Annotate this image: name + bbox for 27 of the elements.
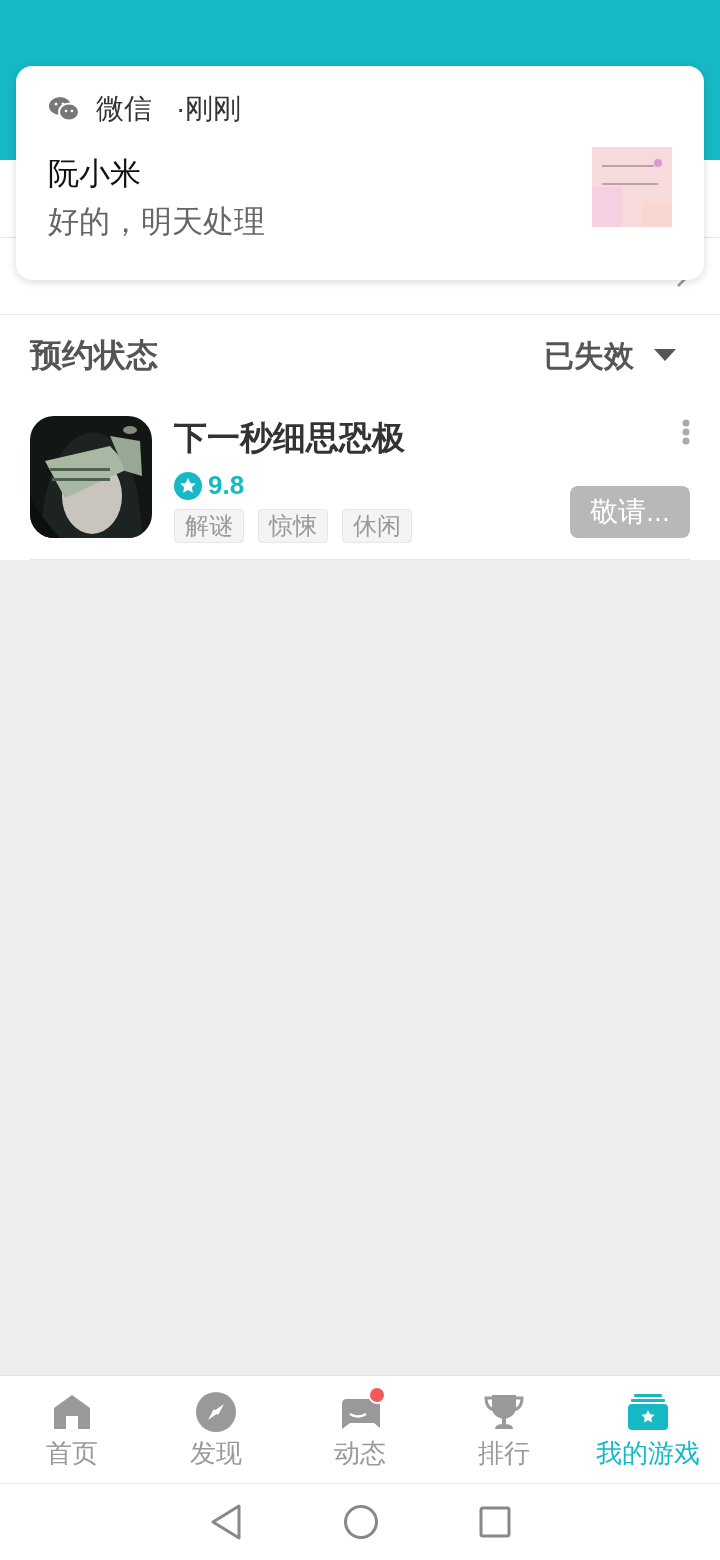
app-name: 微信 — [96, 92, 152, 126]
section-title: 预约状态 — [30, 336, 158, 375]
game-stack-icon — [626, 1392, 670, 1432]
trophy-icon — [482, 1392, 526, 1432]
nav-tab[interactable]: 首页 — [0, 1376, 144, 1483]
dropdown-arrow-icon — [654, 349, 676, 361]
nav-tab[interactable]: 动态 — [288, 1376, 432, 1483]
genre-tag: 解谜 — [174, 509, 244, 543]
nav-tab[interactable]: 我的游戏 — [576, 1376, 720, 1483]
nav-tab[interactable]: 发现 — [144, 1376, 288, 1483]
home-circle-icon[interactable] — [343, 1504, 379, 1540]
message-text: 好的，明天处理 — [48, 203, 265, 241]
recents-icon[interactable] — [479, 1506, 511, 1538]
star-badge-icon — [174, 471, 202, 500]
notification-card[interactable]: 微信 ·刚刚 阮小米 好的，明天处理 — [16, 66, 704, 280]
notification-time: ·刚刚 — [176, 92, 242, 126]
back-icon[interactable] — [209, 1503, 243, 1541]
rating: 9.8 — [208, 469, 245, 502]
genre-tag: 惊悚 — [258, 509, 328, 543]
nav-tab[interactable]: 排行 — [432, 1376, 576, 1483]
genre-tag: 休闲 — [342, 509, 412, 543]
game-title[interactable]: 下一秒细思恐极 — [174, 416, 405, 460]
status-dropdown[interactable]: 已失效 — [544, 332, 690, 378]
chat-bubbles-icon — [48, 95, 80, 123]
compass-icon — [194, 1392, 238, 1432]
sender-name: 阮小米 — [48, 155, 142, 193]
more-icon[interactable] — [682, 419, 690, 445]
